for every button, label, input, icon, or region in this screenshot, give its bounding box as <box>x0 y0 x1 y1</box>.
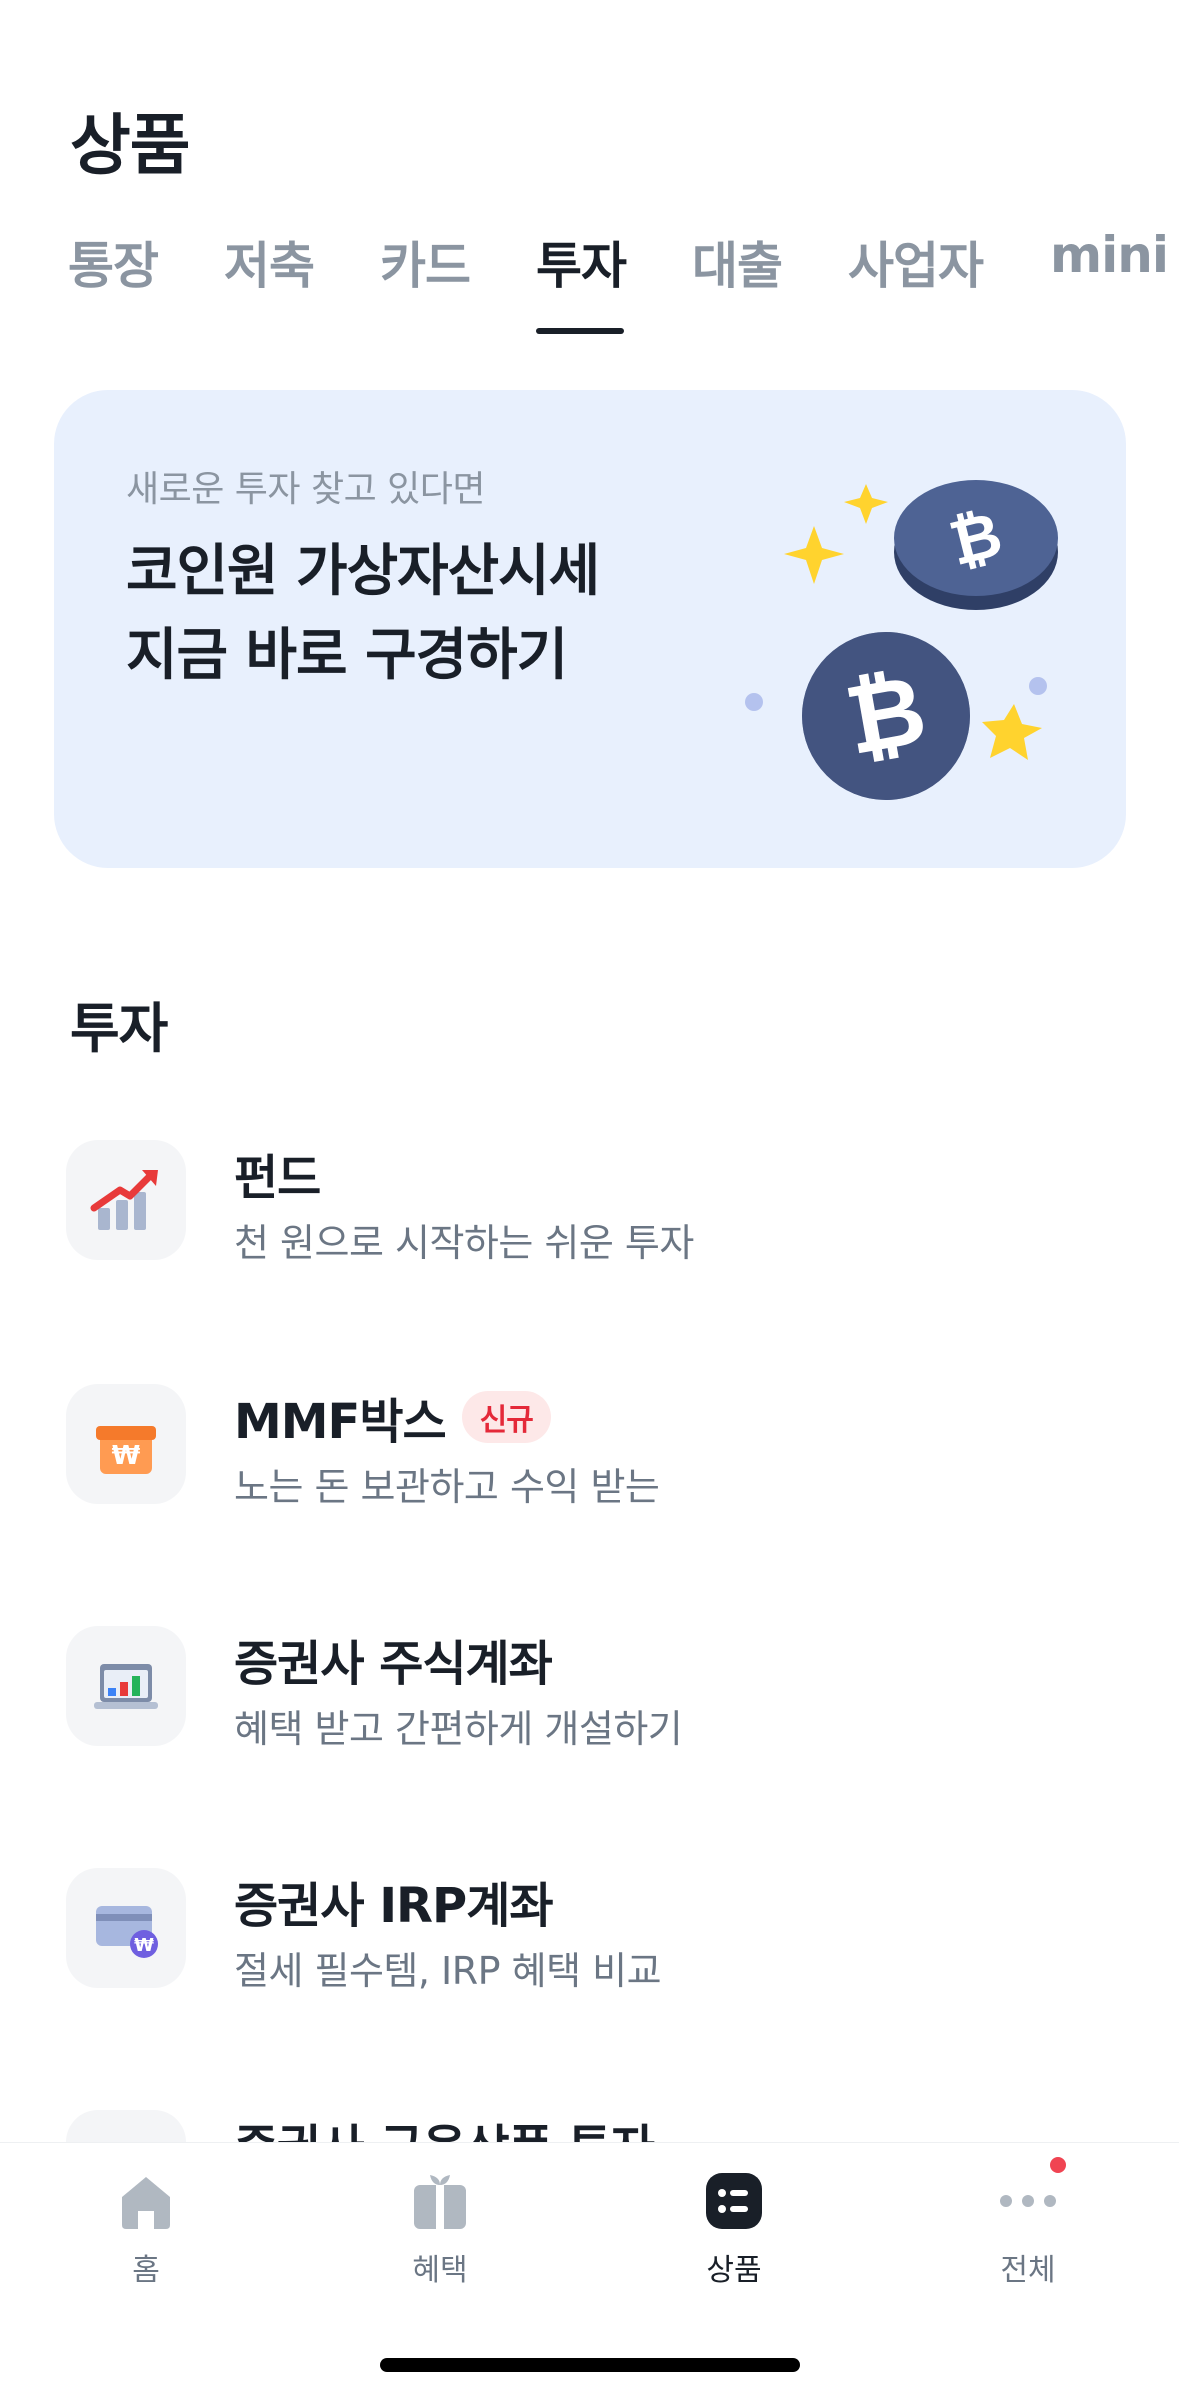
tabbar-label: 홈 <box>132 2253 160 2288</box>
gift-icon <box>410 2171 470 2231</box>
page-title: 상품 <box>70 107 190 184</box>
banner-title: 코인원 가상자산시세 지금 바로 구경하기 <box>126 530 600 698</box>
tab-card[interactable]: 카드 <box>380 226 471 298</box>
notification-dot <box>1050 2157 1066 2173</box>
tab-business[interactable]: 사업자 <box>848 226 984 298</box>
svg-text:₩: ₩ <box>112 1441 141 1471</box>
active-tab-indicator <box>536 328 624 334</box>
more-dots-icon <box>998 2157 1066 2231</box>
laptop-chart-icon <box>66 1626 186 1746</box>
tab-account[interactable]: 통장 <box>68 226 159 298</box>
product-list-icon <box>704 2171 764 2231</box>
tabbar-benefits[interactable]: 혜택 <box>340 2171 540 2289</box>
home-icon <box>116 2171 176 2231</box>
new-badge: 신규 <box>461 1391 551 1443</box>
list-item-mmf-box[interactable]: ₩ MMF박스 신규 노는 돈 보관하고 수익 받는 <box>0 1374 1179 1534</box>
banner-eyebrow: 새로운 투자 찾고 있다면 <box>126 469 486 510</box>
card-won-icon: ₩ <box>66 1868 186 1988</box>
list-item-subtitle: 절세 필수템, IRP 혜택 비교 <box>234 1949 662 1993</box>
list-item-title: 펀드 <box>234 1150 321 1206</box>
list-item-title: 증권사 IRP계좌 <box>234 1878 554 1934</box>
category-tabs: 통장 저축 카드 투자 대출 사업자 mini <box>0 226 1179 336</box>
home-indicator <box>380 2358 800 2372</box>
section-title: 투자 <box>70 997 168 1060</box>
mmf-box-title: MMF박스 <box>234 1394 447 1450</box>
tabbar-all[interactable]: 전체 <box>928 2157 1128 2289</box>
list-item-subtitle: 혜택 받고 간편하게 개설하기 <box>234 1707 683 1751</box>
list-item-title: 증권사 주식계좌 <box>234 1636 553 1692</box>
list-item-subtitle: 천 원으로 시작하는 쉬운 투자 <box>234 1221 694 1265</box>
tabbar-products[interactable]: 상품 <box>634 2171 834 2289</box>
banner-title-line-2: 지금 바로 구경하기 <box>126 623 568 688</box>
tab-mini[interactable]: mini <box>1050 226 1169 284</box>
tab-loan[interactable]: 대출 <box>692 226 783 298</box>
list-item-fund[interactable]: 펀드 천 원으로 시작하는 쉬운 투자 <box>0 1130 1179 1290</box>
tabbar-home[interactable]: 홈 <box>46 2171 246 2289</box>
list-item-title: MMF박스 신규 <box>234 1382 551 1452</box>
list-item-stock-account[interactable]: 증권사 주식계좌 혜택 받고 간편하게 개설하기 <box>0 1616 1179 1776</box>
list-item-irp-account[interactable]: ₩ 증권사 IRP계좌 절세 필수템, IRP 혜택 비교 <box>0 1858 1179 2018</box>
tab-invest[interactable]: 투자 <box>536 226 627 298</box>
rising-chart-icon <box>66 1140 186 1260</box>
list-item-subtitle: 노는 돈 보관하고 수익 받는 <box>234 1465 660 1509</box>
won-gift-box-icon: ₩ <box>66 1384 186 1504</box>
svg-text:₩: ₩ <box>134 1935 154 1956</box>
tab-savings[interactable]: 저축 <box>224 226 315 298</box>
tabbar-label: 전체 <box>1000 2253 1056 2288</box>
tabbar-label: 상품 <box>706 2253 762 2288</box>
promo-banner[interactable]: 새로운 투자 찾고 있다면 코인원 가상자산시세 지금 바로 구경하기 ₿ ₿ <box>54 390 1126 868</box>
tabbar-label: 혜택 <box>412 2253 468 2288</box>
bitcoin-coins-illustration: ₿ ₿ <box>745 480 1058 800</box>
banner-title-line-1: 코인원 가상자산시세 <box>126 539 600 604</box>
